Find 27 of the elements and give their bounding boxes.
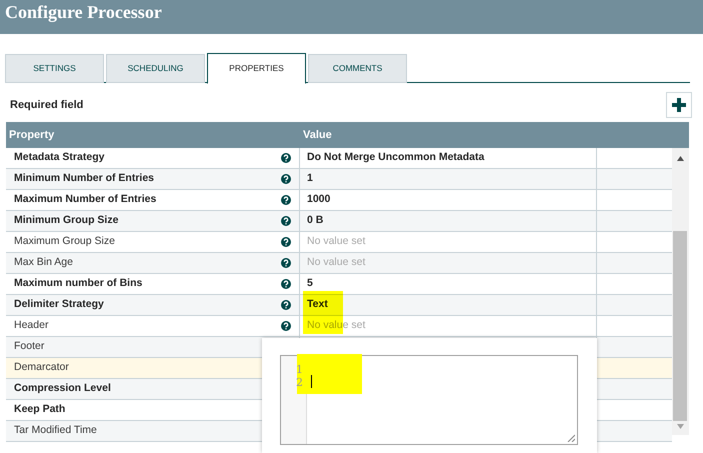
property-value: 1000	[307, 192, 330, 208]
property-name: Minimum Group Size	[14, 213, 118, 228]
property-name: Maximum Number of Entries	[14, 192, 156, 208]
property-value: Text	[307, 297, 328, 312]
property-name: Demarcator	[14, 360, 69, 376]
property-name: Metadata Strategy	[14, 150, 104, 166]
property-value: Do Not Merge Uncommon Metadata	[307, 150, 484, 166]
column-header: Value	[303, 128, 332, 143]
property-value: 0 B	[307, 213, 324, 228]
line-number: 1	[295, 363, 304, 376]
property-name: Max Bin Age	[14, 255, 73, 270]
property-name: Compression Level	[14, 381, 111, 396]
property-value: No value set	[307, 255, 366, 270]
property-name: Maximum number of Bins	[14, 276, 142, 292]
property-value: 1	[307, 171, 313, 186]
property-name: Delimiter Strategy	[14, 297, 104, 312]
window-title: Configure Processor	[5, 1, 162, 23]
property-name: Tar Modified Time	[14, 423, 97, 438]
property-name: Minimum Number of Entries	[14, 171, 154, 186]
property-name: Footer	[14, 339, 44, 354]
property-name: Header	[14, 318, 48, 334]
property-name: Keep Path	[14, 402, 66, 418]
column-header: Property	[8, 128, 56, 143]
legend-text: Required field	[9, 98, 84, 113]
property-value: 5	[307, 276, 313, 292]
property-value: No value set	[307, 234, 366, 250]
property-name: Maximum Group Size	[14, 234, 115, 250]
